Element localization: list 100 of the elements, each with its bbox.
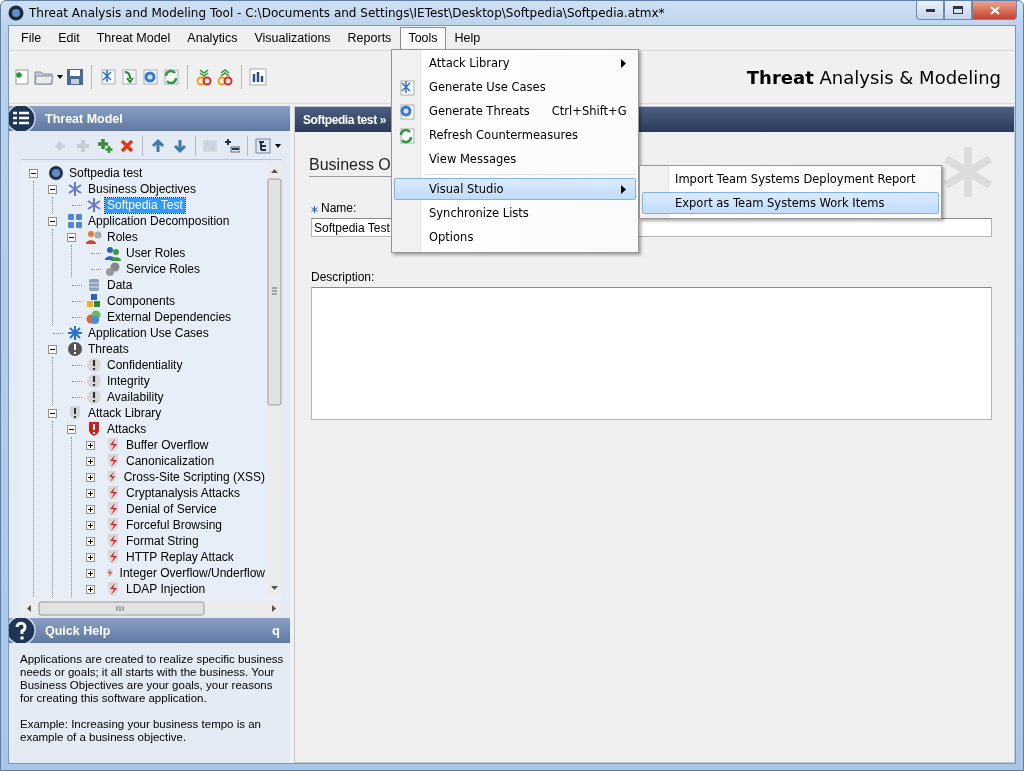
- menu-item[interactable]: Reports: [339, 27, 400, 50]
- tree-view-icon[interactable]: [255, 138, 271, 154]
- menu-item[interactable]: Generate Threats Ctrl+Shift+G: [394, 100, 636, 122]
- down-arrow-icon[interactable]: [171, 138, 188, 154]
- target-icon[interactable]: [141, 68, 159, 86]
- lightning-shield-icon: [105, 517, 121, 533]
- menu-item[interactable]: Generate Use Cases: [394, 76, 636, 98]
- expand-toggle[interactable]: [86, 440, 95, 450]
- tree-item[interactable]: Softpedia test: [67, 165, 145, 181]
- expand-toggle[interactable]: [86, 536, 95, 546]
- lightning-shield-icon: [105, 437, 121, 453]
- tree-item[interactable]: Attack Library: [86, 405, 164, 421]
- network-icon[interactable]: [99, 68, 117, 86]
- circles-icon: [86, 309, 102, 325]
- help-icon: [9, 618, 39, 643]
- tree-item[interactable]: Denial of Service: [124, 501, 219, 517]
- shield-icon: [67, 405, 83, 421]
- tree-item[interactable]: External Dependencies: [105, 309, 234, 325]
- tree-item[interactable]: Cryptanalysis Attacks: [124, 485, 243, 501]
- menu-item[interactable]: Edit: [50, 27, 88, 50]
- chart-icon[interactable]: [249, 68, 267, 86]
- menu-item[interactable]: Attack Library: [394, 52, 636, 74]
- close-button[interactable]: [972, 1, 1017, 20]
- tree-item[interactable]: User Roles: [124, 245, 188, 261]
- menu-item[interactable]: Export as Team Systems Work Items: [642, 192, 939, 214]
- network-icon: [398, 79, 416, 97]
- panel-title: Quick Help: [45, 623, 111, 638]
- collapse-toggle[interactable]: [29, 168, 38, 178]
- expand-toggle[interactable]: [86, 584, 95, 594]
- menu-item[interactable]: File: [13, 27, 50, 50]
- collapse-toggle[interactable]: [67, 424, 76, 434]
- horizontal-scrollbar[interactable]: [21, 601, 282, 616]
- expand-toggle[interactable]: [86, 504, 95, 514]
- tree-item[interactable]: Application Use Cases: [86, 325, 211, 341]
- lightning-shield-icon: [105, 501, 121, 517]
- maximize-button[interactable]: [944, 1, 972, 20]
- delete-icon[interactable]: [119, 138, 135, 154]
- menu-item[interactable]: Refresh Countermeasures: [394, 124, 636, 146]
- exclamation-icon: [67, 341, 83, 357]
- shield-icon: [86, 421, 102, 437]
- minimize-button[interactable]: [916, 1, 944, 20]
- menu-item[interactable]: Analytics: [179, 27, 246, 50]
- tree-item[interactable]: Format String: [124, 533, 201, 549]
- menu-item[interactable]: Visualizations: [246, 27, 339, 50]
- collapse-toggle[interactable]: [67, 232, 76, 242]
- expand-toggle[interactable]: [86, 456, 95, 466]
- tree-item[interactable]: Data: [105, 277, 135, 293]
- tree-item[interactable]: Business Objectives: [86, 181, 199, 197]
- expand-toggle[interactable]: [86, 552, 95, 562]
- tree-item[interactable]: Integrity: [105, 373, 152, 389]
- tree-item[interactable]: LDAP Injection: [124, 581, 208, 597]
- collapse-toggle[interactable]: [48, 216, 57, 226]
- tree-item[interactable]: Cross-Site Scripting (XSS): [121, 469, 267, 485]
- tree-item[interactable]: Confidentiality: [105, 357, 185, 373]
- tree-item[interactable]: Service Roles: [124, 261, 203, 277]
- tree-item[interactable]: HTTP Replay Attack: [124, 549, 236, 565]
- expand-toggle[interactable]: [86, 568, 95, 578]
- tree-item[interactable]: Attacks: [105, 421, 149, 437]
- dropdown-caret-icon[interactable]: [57, 75, 63, 79]
- expand-toggle[interactable]: [86, 472, 95, 482]
- vertical-scrollbar[interactable]: [267, 163, 282, 596]
- expand-collapse-icon[interactable]: [224, 138, 241, 154]
- lightning-shield-icon: [105, 469, 119, 485]
- menu-item[interactable]: Import Team Systems Deployment Report: [642, 168, 939, 190]
- exclamation-icon: [86, 373, 102, 389]
- window-title: Threat Analysis and Modeling Tool - C:\Documents and Settings\IETest\Desktop\Softpedia\Softpedia.atmx*: [29, 6, 666, 20]
- chain-icon[interactable]: [195, 68, 213, 86]
- menu-item[interactable]: Threat Model: [88, 27, 179, 50]
- tree-item[interactable]: Threats: [86, 341, 131, 357]
- refresh-icon[interactable]: [162, 68, 180, 86]
- collapse-toggle[interactable]: [48, 184, 57, 194]
- breadcrumb[interactable]: Softpedia test »: [303, 112, 386, 127]
- tree-item[interactable]: Forceful Browsing: [124, 517, 225, 533]
- tree-item[interactable]: Availability: [105, 389, 166, 405]
- up-arrow-icon[interactable]: [149, 138, 166, 154]
- collapse-toggle[interactable]: [48, 344, 57, 354]
- tree-item[interactable]: Application Decomposition: [86, 213, 232, 229]
- new-document-icon[interactable]: [13, 68, 31, 86]
- gears-icon: [105, 261, 121, 277]
- menu-item[interactable]: Help: [446, 27, 489, 50]
- chain-icon[interactable]: [216, 68, 234, 86]
- menu-item[interactable]: View Messages: [394, 148, 636, 170]
- tree-item[interactable]: Integer Overflow/Underflow: [117, 565, 267, 581]
- field-label: Name:: [321, 201, 357, 215]
- app-icon: [8, 5, 24, 21]
- tree-item[interactable]: Canonicalization: [124, 453, 217, 469]
- expand-toggle[interactable]: [86, 520, 95, 530]
- save-icon[interactable]: [66, 68, 84, 86]
- expand-toggle[interactable]: [86, 488, 95, 498]
- minimize-icon: [925, 8, 935, 12]
- menu-item[interactable]: Visual Studio: [394, 178, 636, 200]
- description-field[interactable]: [311, 287, 992, 420]
- dropdown-caret-icon[interactable]: [275, 144, 281, 148]
- tree-item[interactable]: Buffer Overflow: [124, 437, 211, 453]
- tree-item[interactable]: Components: [105, 293, 178, 309]
- collapse-toggle[interactable]: [48, 408, 57, 418]
- tree-item[interactable]: Roles: [105, 229, 140, 245]
- network-icon: [67, 325, 83, 341]
- plus-icon[interactable]: [97, 138, 113, 154]
- menu-item[interactable]: Tools: [400, 27, 446, 50]
